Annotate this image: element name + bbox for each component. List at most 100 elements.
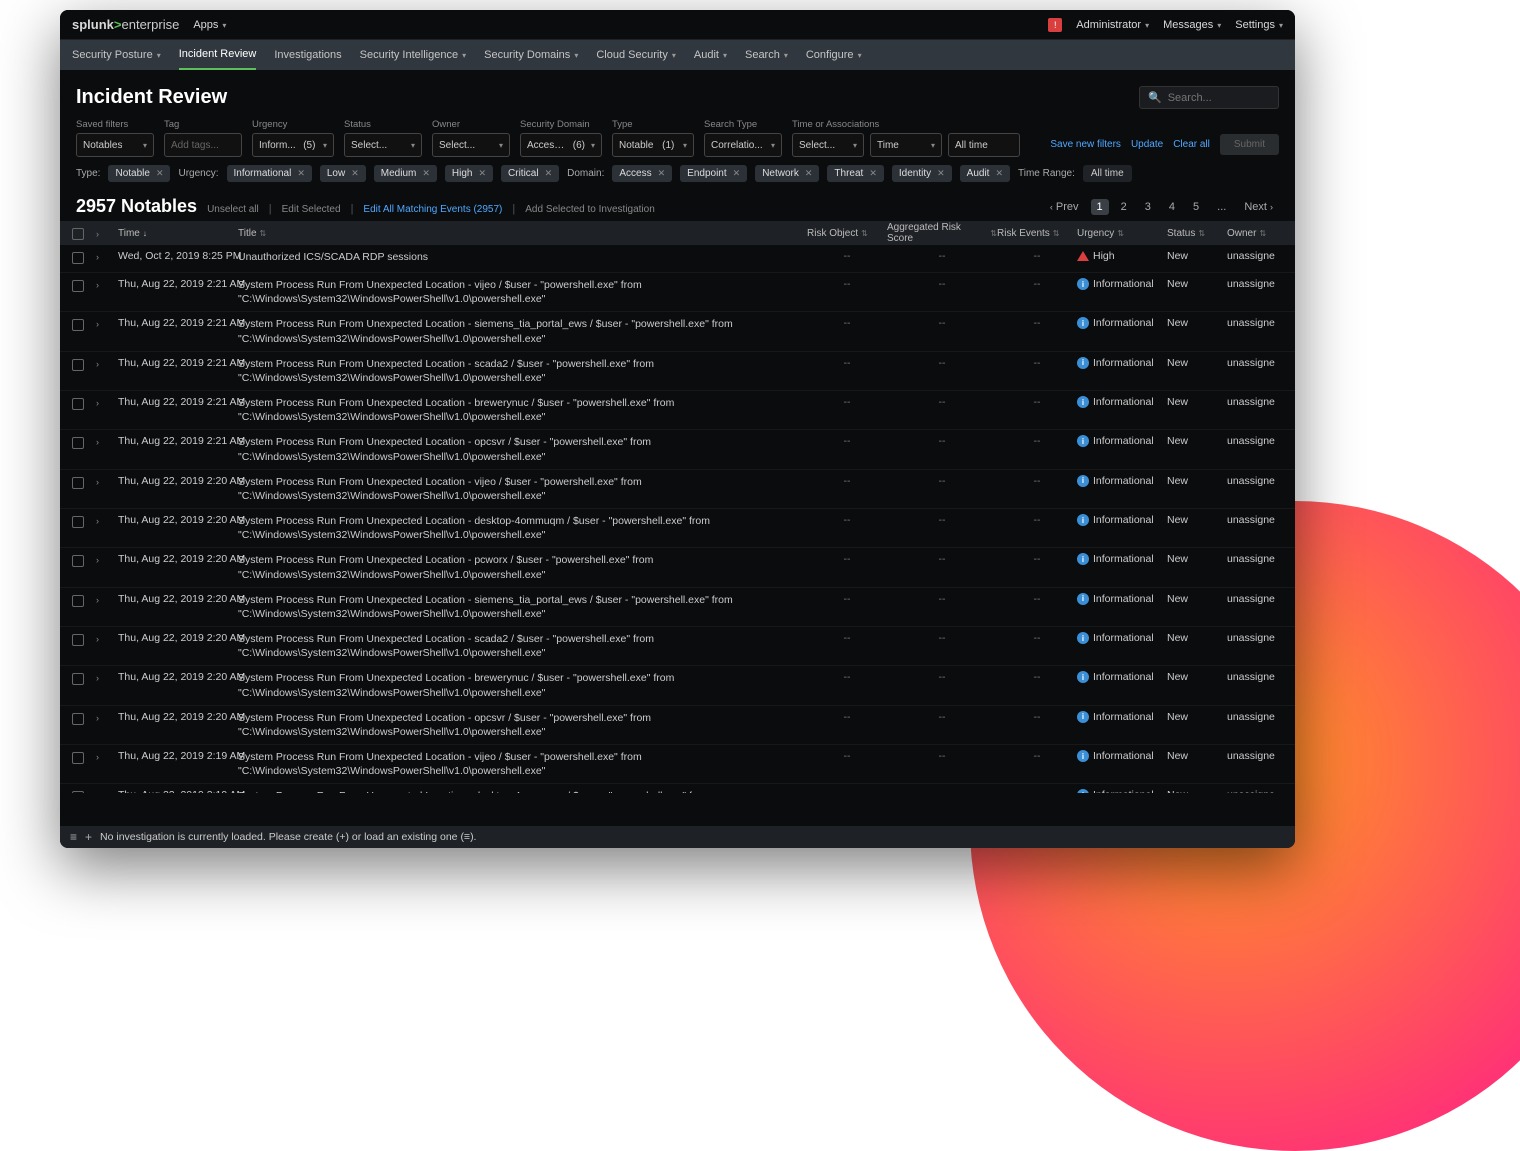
col-risk-object[interactable]: Risk Object⇅ (807, 228, 887, 239)
expand-row-icon[interactable]: › (96, 357, 118, 369)
remove-chip-icon[interactable]: ✕ (156, 168, 164, 179)
filter-chip[interactable]: Medium✕ (374, 165, 437, 182)
messages-menu[interactable]: Messages (1163, 19, 1221, 31)
expand-row-icon[interactable]: › (96, 435, 118, 447)
nav-cloud-security[interactable]: Cloud Security (596, 40, 676, 70)
row-checkbox[interactable] (72, 477, 84, 489)
settings-menu[interactable]: Settings (1235, 19, 1283, 31)
remove-chip-icon[interactable]: ✕ (297, 168, 305, 179)
nav-investigations[interactable]: Investigations (274, 40, 341, 70)
row-checkbox[interactable] (72, 634, 84, 646)
assoc-select[interactable]: Select...▾ (792, 133, 864, 157)
remove-chip-icon[interactable]: ✕ (805, 168, 813, 179)
urgency-select[interactable]: Inform...(5)▾ (252, 133, 334, 157)
pager-page[interactable]: 5 (1187, 199, 1205, 215)
remove-chip-icon[interactable]: ✕ (478, 168, 486, 179)
expand-row-icon[interactable]: › (96, 593, 118, 605)
nav-security-intelligence[interactable]: Security Intelligence (360, 40, 466, 70)
search-type-select[interactable]: Correlatio...▾ (704, 133, 782, 157)
nav-security-domains[interactable]: Security Domains (484, 40, 578, 70)
col-urgency[interactable]: Urgency⇅ (1077, 228, 1167, 239)
expand-row-icon[interactable]: › (96, 250, 118, 262)
filter-chip[interactable]: Endpoint✕ (680, 165, 747, 182)
alert-badge-icon[interactable]: ! (1048, 18, 1062, 32)
owner-select[interactable]: Select...▾ (432, 133, 510, 157)
type-select[interactable]: Notable(1)▾ (612, 133, 694, 157)
pager-page[interactable]: 1 (1091, 199, 1109, 215)
remove-chip-icon[interactable]: ✕ (995, 168, 1003, 179)
administrator-menu[interactable]: Administrator (1076, 19, 1149, 31)
time-select[interactable]: Time▾ (870, 133, 942, 157)
domain-select[interactable]: Access...(6)▾ (520, 133, 602, 157)
expand-row-icon[interactable]: › (96, 514, 118, 526)
pager-page[interactable]: 4 (1163, 199, 1181, 215)
remove-chip-icon[interactable]: ✕ (733, 168, 741, 179)
remove-chip-icon[interactable]: ✕ (658, 168, 666, 179)
filter-chip[interactable]: Notable✕ (108, 165, 170, 182)
expand-row-icon[interactable]: › (96, 553, 118, 565)
save-filters-link[interactable]: Save new filters (1050, 139, 1121, 150)
search-box[interactable]: 🔍 (1139, 86, 1279, 109)
saved-filters-select[interactable]: Notables▾ (76, 133, 154, 157)
col-time[interactable]: Time (118, 228, 238, 239)
col-status[interactable]: Status⇅ (1167, 228, 1227, 239)
col-owner[interactable]: Owner⇅ (1227, 228, 1287, 239)
row-checkbox[interactable] (72, 319, 84, 331)
filter-chip[interactable]: High✕ (445, 165, 493, 182)
search-input[interactable] (1168, 92, 1270, 104)
row-checkbox[interactable] (72, 673, 84, 685)
apps-menu[interactable]: Apps (193, 19, 226, 31)
pager-page[interactable]: 2 (1115, 199, 1133, 215)
row-checkbox[interactable] (72, 555, 84, 567)
plus-icon[interactable]: + (85, 830, 92, 844)
remove-chip-icon[interactable]: ✕ (937, 168, 945, 179)
row-checkbox[interactable] (72, 752, 84, 764)
filter-chip[interactable]: Threat✕ (827, 165, 883, 182)
nav-incident-review[interactable]: Incident Review (179, 40, 257, 70)
list-icon[interactable]: ≡ (70, 830, 77, 844)
expand-row-icon[interactable]: › (96, 632, 118, 644)
expand-row-icon[interactable]: › (96, 671, 118, 683)
select-all-checkbox[interactable] (72, 228, 84, 240)
filter-chip[interactable]: Access✕ (612, 165, 672, 182)
expand-row-icon[interactable]: › (96, 278, 118, 290)
expand-all-icon[interactable]: › (96, 227, 99, 239)
filter-chip[interactable]: Low✕ (320, 165, 366, 182)
all-time-select[interactable]: All time (948, 133, 1020, 157)
pager-page[interactable]: 3 (1139, 199, 1157, 215)
row-checkbox[interactable] (72, 398, 84, 410)
expand-row-icon[interactable]: › (96, 317, 118, 329)
remove-chip-icon[interactable]: ✕ (869, 168, 877, 179)
row-checkbox[interactable] (72, 595, 84, 607)
filter-chip[interactable]: Critical✕ (501, 165, 559, 182)
row-checkbox[interactable] (72, 359, 84, 371)
col-agg-score[interactable]: Aggregated Risk Score⇅ (887, 222, 997, 244)
col-title[interactable]: Title⇅ (238, 228, 807, 239)
row-checkbox[interactable] (72, 252, 84, 264)
col-risk-events[interactable]: Risk Events⇅ (997, 228, 1077, 239)
pager-next[interactable]: Next › (1238, 199, 1279, 215)
edit-all-link[interactable]: Edit All Matching Events (2957) (363, 204, 502, 215)
filter-chip[interactable]: Identity✕ (892, 165, 952, 182)
remove-chip-icon[interactable]: ✕ (545, 168, 553, 179)
filter-chip[interactable]: Audit✕ (960, 165, 1010, 182)
filter-chip[interactable]: Informational✕ (227, 165, 312, 182)
row-checkbox[interactable] (72, 437, 84, 449)
expand-row-icon[interactable]: › (96, 750, 118, 762)
expand-row-icon[interactable]: › (96, 711, 118, 723)
update-link[interactable]: Update (1131, 139, 1163, 150)
expand-row-icon[interactable]: › (96, 475, 118, 487)
pager-prev[interactable]: ‹ Prev (1044, 199, 1085, 215)
tag-input[interactable]: Add tags... (164, 133, 242, 157)
clear-all-link[interactable]: Clear all (1173, 139, 1210, 150)
remove-chip-icon[interactable]: ✕ (422, 168, 430, 179)
row-checkbox[interactable] (72, 713, 84, 725)
nav-search[interactable]: Search (745, 40, 788, 70)
status-select[interactable]: Select...▾ (344, 133, 422, 157)
add-to-investigation-link[interactable]: Add Selected to Investigation (525, 204, 655, 215)
nav-configure[interactable]: Configure (806, 40, 862, 70)
nav-security-posture[interactable]: Security Posture (72, 40, 161, 70)
row-checkbox[interactable] (72, 280, 84, 292)
edit-selected-link[interactable]: Edit Selected (282, 204, 341, 215)
unselect-all-link[interactable]: Unselect all (207, 204, 259, 215)
